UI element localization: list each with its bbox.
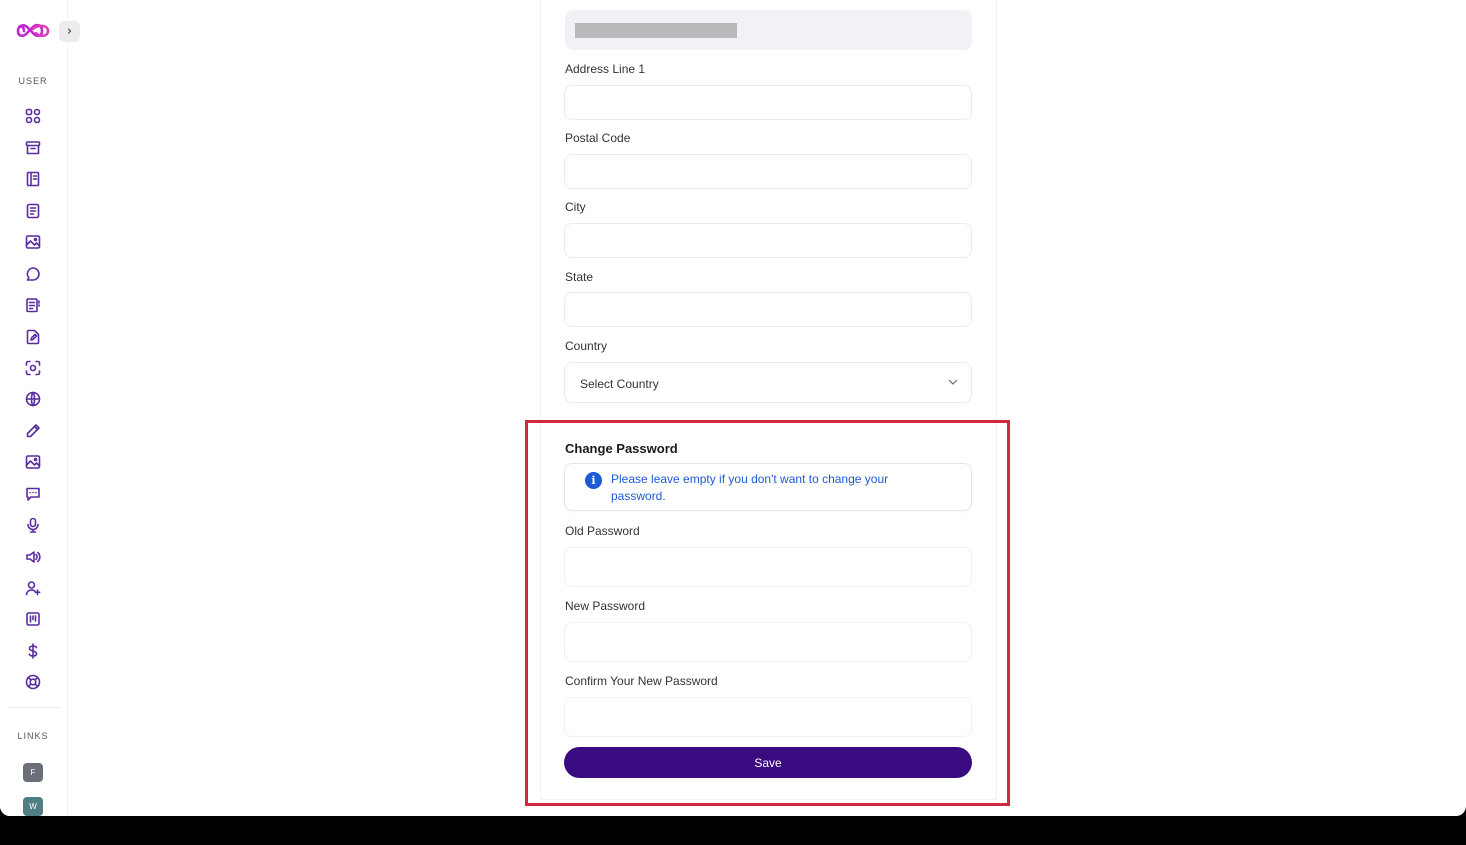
lifebuoy-icon[interactable] [24, 673, 41, 690]
city-label: City [565, 200, 586, 214]
address-line1-label: Address Line 1 [565, 62, 646, 76]
link-chip-f[interactable]: F [23, 763, 43, 782]
book-icon[interactable] [24, 170, 41, 187]
info-icon: i [585, 472, 602, 489]
new-password-label: New Password [565, 599, 646, 613]
chevron-right-icon: › [66, 24, 73, 39]
country-select-value: Select Country [580, 377, 659, 391]
pencil-icon[interactable] [24, 422, 41, 439]
section-label-user: USER [18, 76, 48, 86]
app-window: › USER LINKS F W Address Line 1 Postal C… [0, 0, 1466, 816]
state-input[interactable] [564, 292, 972, 327]
confirm-password-input[interactable] [564, 697, 972, 737]
chevron-down-icon [948, 379, 958, 385]
change-password-title: Change Password [565, 441, 678, 456]
redacted-field[interactable] [565, 10, 972, 50]
redacted-value [575, 23, 737, 38]
info-alert: i Please leave empty if you don't want t… [564, 463, 972, 511]
sidebar: › USER LINKS F W [0, 0, 80, 816]
kanban-icon[interactable] [24, 610, 41, 627]
edit-document-icon[interactable] [24, 328, 41, 345]
country-label: Country [565, 339, 608, 353]
info-alert-text: Please leave empty if you don't want to … [611, 472, 889, 503]
city-input[interactable] [564, 223, 972, 258]
image-icon[interactable] [24, 453, 41, 470]
document-list-icon[interactable] [24, 296, 41, 313]
new-password-input[interactable] [564, 622, 972, 662]
country-select[interactable]: Select Country [564, 362, 972, 403]
brand-logo[interactable] [15, 20, 51, 42]
chat-bubble-icon[interactable] [24, 265, 41, 282]
archive-box-icon[interactable] [24, 139, 41, 156]
image-icon[interactable] [24, 233, 41, 250]
dollar-icon[interactable] [24, 642, 41, 659]
collapse-sidebar-button[interactable]: › [59, 21, 80, 42]
old-password-label: Old Password [565, 524, 640, 538]
save-button[interactable]: Save [564, 747, 972, 778]
old-password-input[interactable] [564, 547, 972, 587]
message-square-icon[interactable] [24, 485, 41, 502]
scan-face-icon[interactable] [24, 359, 41, 376]
add-user-icon[interactable] [24, 579, 41, 596]
section-label-links: LINKS [17, 731, 49, 741]
postal-code-label: Postal Code [565, 131, 631, 145]
state-label: State [565, 270, 594, 284]
link-chip-w[interactable]: W [23, 797, 43, 816]
microphone-icon[interactable] [24, 516, 41, 533]
dashboard-grid-icon[interactable] [24, 107, 41, 124]
speaker-icon[interactable] [24, 548, 41, 565]
globe-icon[interactable] [24, 390, 41, 407]
confirm-password-label: Confirm Your New Password [565, 674, 718, 688]
sidebar-divider [8, 707, 60, 708]
document-icon[interactable] [24, 202, 41, 219]
postal-code-input[interactable] [564, 154, 972, 189]
address-line1-input[interactable] [564, 85, 972, 120]
